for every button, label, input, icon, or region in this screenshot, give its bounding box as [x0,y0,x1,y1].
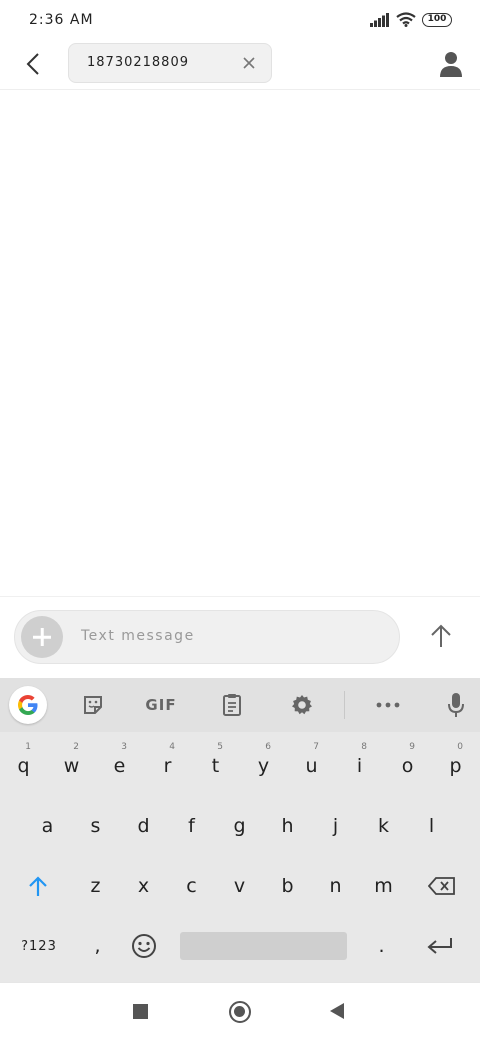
shift-key[interactable] [14,858,62,914]
compose-bar: Text message [0,596,480,678]
key-k[interactable]: k [360,798,408,854]
sticker-icon[interactable] [78,688,108,722]
gif-label: GIF [145,696,177,714]
keyboard: GIF q 1 w 2 e 3 r 4 t 5 y 6 u 7 i 8 o 9 … [0,678,480,982]
key-z[interactable]: z [72,858,120,914]
status-bar: 2:36 AM 100 [0,0,480,42]
key-d[interactable]: d [120,798,168,854]
key-h[interactable]: h [264,798,312,854]
key-u[interactable]: u7 [288,738,336,794]
key-o[interactable]: o9 [384,738,432,794]
shift-arrow-icon [29,876,47,896]
home-circle-icon[interactable] [229,1001,251,1023]
emoji-icon [132,934,156,958]
symbols-key[interactable]: ?123 [12,918,66,974]
send-arrow-icon[interactable] [428,623,454,649]
microphone-icon[interactable] [442,688,470,722]
key-c[interactable]: c [168,858,216,914]
message-list [0,91,480,596]
back-arrow-icon[interactable] [20,50,48,78]
enter-key[interactable] [416,918,464,974]
status-icons: 100 [370,12,452,27]
close-icon[interactable] [241,55,257,71]
key-row-2: a s d f g h j k l [0,798,480,854]
key-row-3: z x c v b n m [0,858,480,914]
key-m[interactable]: m [360,858,408,914]
battery-icon: 100 [422,12,452,27]
key-x[interactable]: x [120,858,168,914]
plus-icon[interactable] [21,616,63,658]
space-bar[interactable] [180,932,347,960]
period-key[interactable]: . [358,918,406,974]
recents-square-icon[interactable] [133,1004,148,1019]
toolbar-divider [344,691,345,719]
key-row-1: q1 w2 e3 r4 t5 y6 u7 i8 o9 p0 [0,738,480,794]
key-p[interactable]: p0 [432,738,480,794]
status-time: 2:36 AM [29,12,94,28]
more-dots-icon[interactable] [372,688,404,722]
keyboard-toolbar: GIF [0,678,480,732]
enter-icon [427,938,452,954]
key-v[interactable]: v [216,858,264,914]
wifi-icon [396,12,416,27]
key-n[interactable]: n [312,858,360,914]
key-g[interactable]: g [216,798,264,854]
key-i[interactable]: i8 [336,738,384,794]
key-j[interactable]: j [312,798,360,854]
emoji-key[interactable] [120,918,168,974]
back-triangle-icon[interactable] [330,1003,344,1019]
key-w[interactable]: w2 [48,738,96,794]
settings-gear-icon[interactable] [287,688,317,722]
signal-icon [370,12,389,27]
conversation-header: 18730218809 [0,42,480,90]
key-b[interactable]: b [264,858,312,914]
message-placeholder: Text message [81,628,195,644]
google-g-icon[interactable] [9,686,47,724]
key-q[interactable]: q1 [0,738,48,794]
backspace-icon [428,877,455,895]
key-a[interactable]: a [24,798,72,854]
recipient-chip[interactable]: 18730218809 [68,43,272,83]
key-s[interactable]: s [72,798,120,854]
comma-key[interactable]: , [74,918,122,974]
key-y[interactable]: y6 [240,738,288,794]
clipboard-icon[interactable] [217,688,247,722]
key-l[interactable]: l [408,798,456,854]
key-f[interactable]: f [168,798,216,854]
backspace-key[interactable] [418,858,466,914]
contact-icon[interactable] [438,50,464,78]
recipient-number: 18730218809 [87,55,189,70]
message-input[interactable]: Text message [14,610,400,664]
navigation-bar [0,982,480,1040]
key-e[interactable]: e3 [96,738,144,794]
gif-button[interactable]: GIF [141,688,181,722]
key-t[interactable]: t5 [192,738,240,794]
key-r[interactable]: r4 [144,738,192,794]
